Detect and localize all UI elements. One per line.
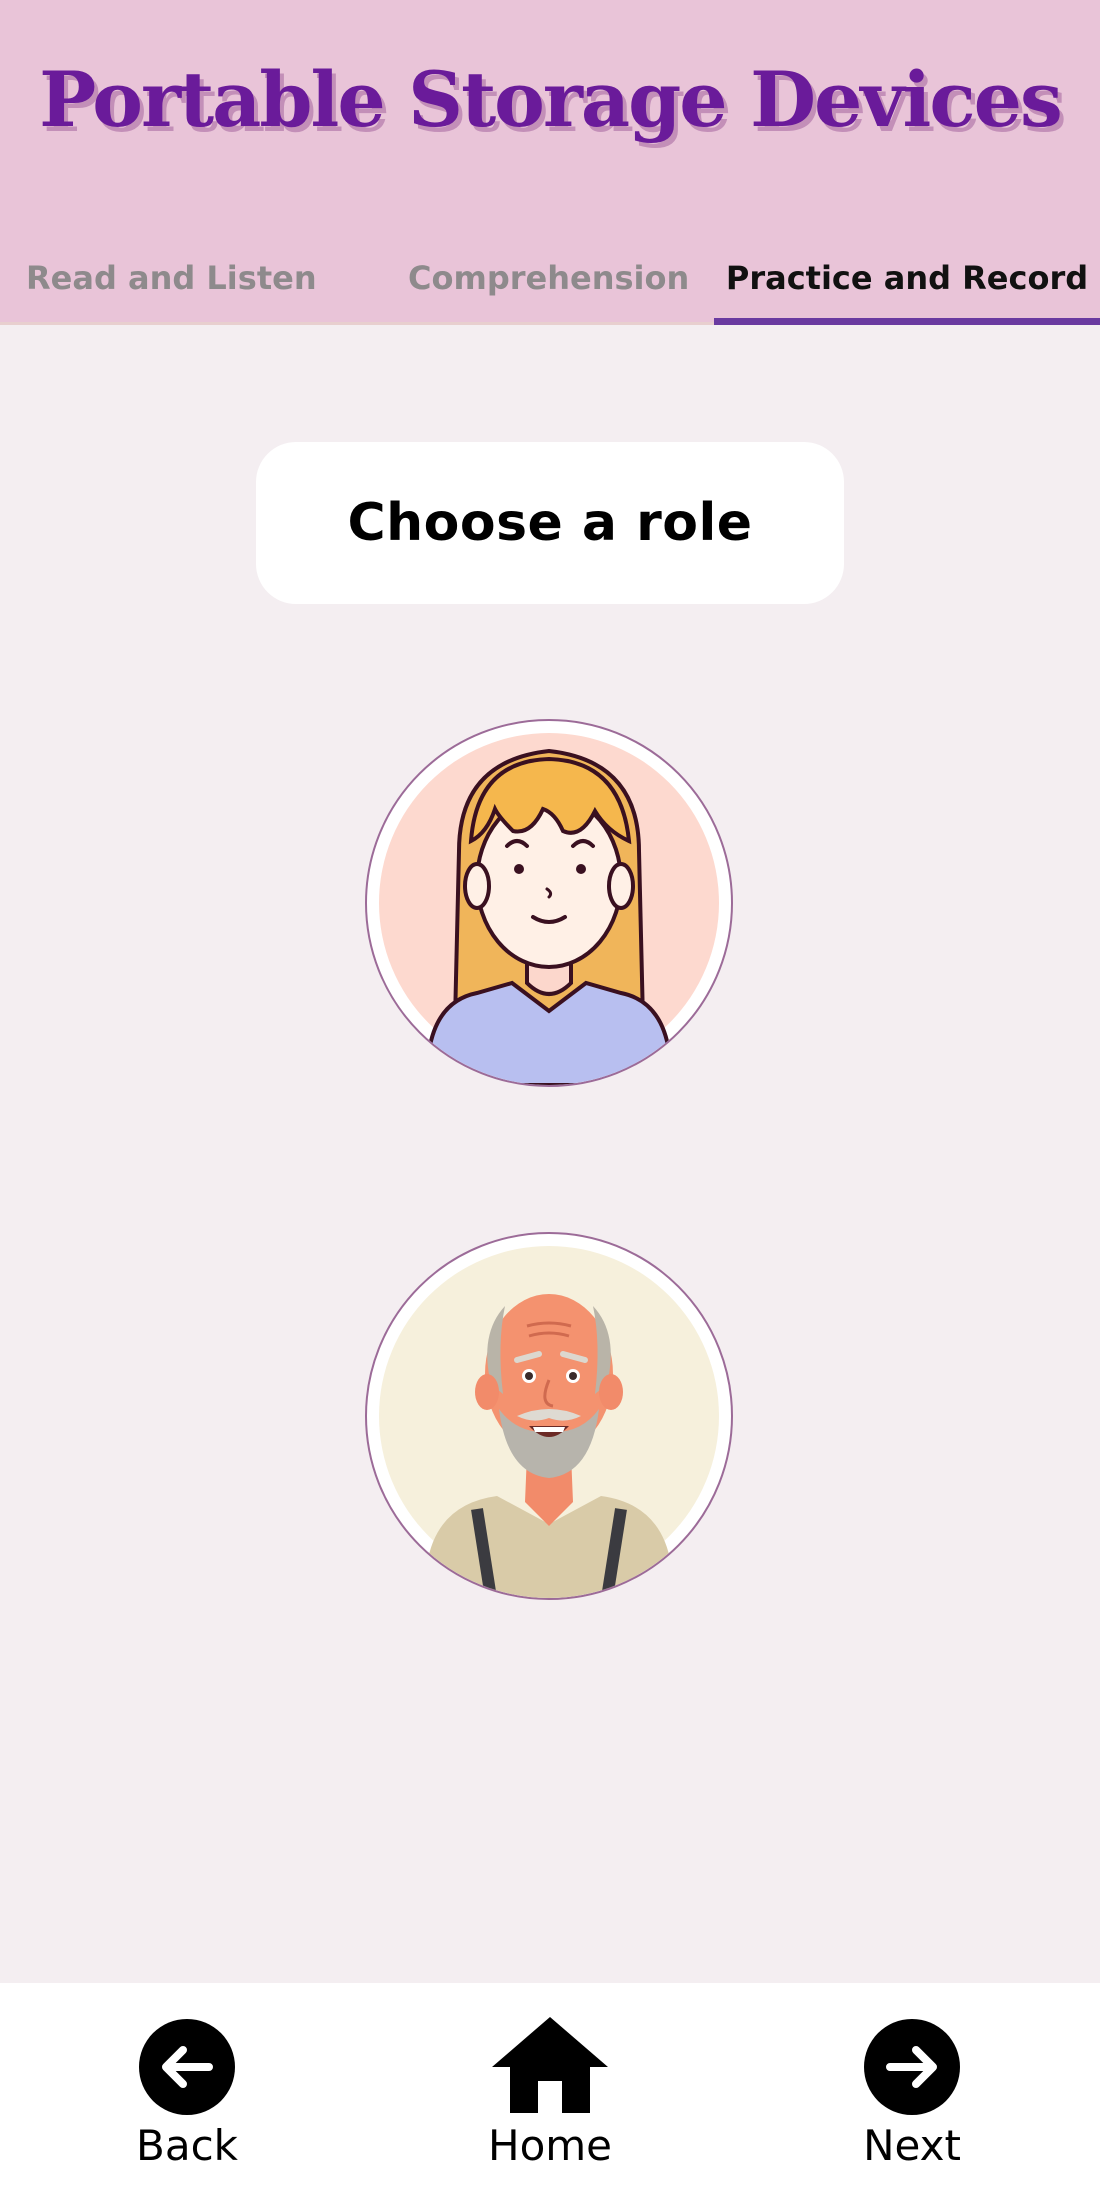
arrow-left-icon xyxy=(139,2019,235,2115)
arrow-right-icon xyxy=(864,2019,960,2115)
tab-read-and-listen[interactable]: Read and Listen xyxy=(26,250,317,325)
next-label: Next xyxy=(863,2121,961,2170)
back-label: Back xyxy=(136,2121,238,2170)
home-label: Home xyxy=(487,2121,613,2170)
choose-role-card: Choose a role xyxy=(256,442,844,604)
tab-practice-and-record[interactable]: Practice and Record xyxy=(714,250,1100,325)
girl-avatar-icon xyxy=(379,733,719,1085)
header: Portable Storage Devices Read and Listen… xyxy=(0,0,1100,325)
home-button[interactable]: Home xyxy=(440,1983,660,2200)
role-girl-button[interactable] xyxy=(365,719,733,1087)
page-title: Portable Storage Devices xyxy=(39,55,1063,144)
active-tab-indicator xyxy=(714,318,1100,325)
back-button[interactable]: Back xyxy=(77,1983,297,2200)
role-old-man-button[interactable] xyxy=(365,1232,733,1600)
tab-comprehension[interactable]: Comprehension xyxy=(408,250,689,325)
choose-role-heading: Choose a role xyxy=(347,493,753,553)
tab-bar: Read and Listen Comprehension Practice a… xyxy=(0,250,1100,325)
next-button[interactable]: Next xyxy=(802,1983,1022,2200)
bottom-nav: Back Home Next xyxy=(0,1983,1100,2200)
old-man-avatar-icon xyxy=(379,1246,719,1598)
home-icon xyxy=(492,2017,608,2113)
